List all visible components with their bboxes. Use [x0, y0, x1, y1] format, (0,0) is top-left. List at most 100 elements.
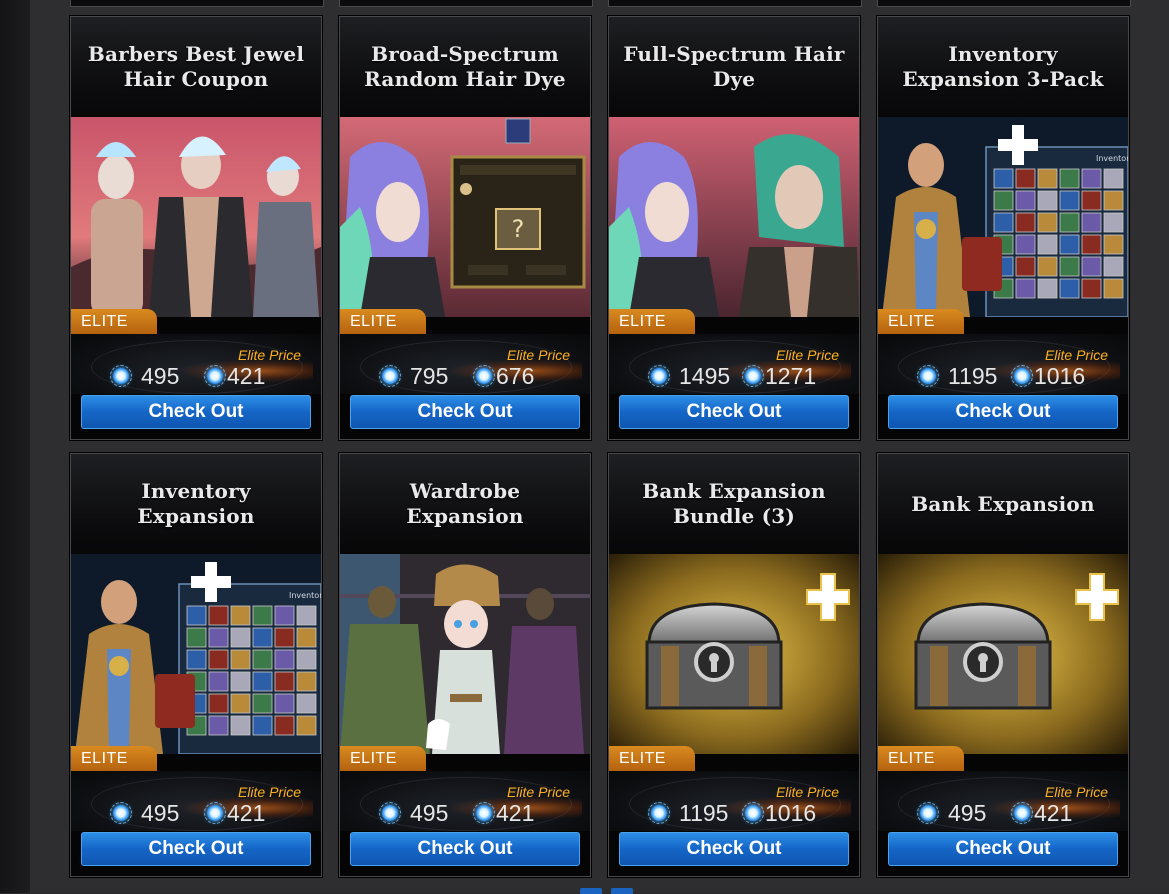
coin-icon [204, 365, 226, 387]
card-header: Bank Expansion [878, 454, 1128, 554]
check-out-button[interactable]: Check Out [888, 832, 1118, 866]
coin-icon [1011, 365, 1033, 387]
elite-price-label: Elite Price [506, 347, 570, 363]
card-stub [608, 0, 862, 7]
product-card: Inventory Expansion Inventory Elite Pric… [70, 453, 322, 877]
coin-icon [379, 365, 401, 387]
product-title: Bank Expansion Bundle (3) [642, 479, 826, 528]
elite-price: 421 [1034, 800, 1073, 826]
card-header: Wardrobe Expansion [340, 454, 590, 554]
coin-icon [917, 802, 939, 824]
card-header: Bank Expansion Bundle (3) [609, 454, 859, 554]
coin-icon [742, 365, 764, 387]
price-area: Elite Price 495 421 [340, 771, 590, 831]
elite-badge: ELITE [340, 746, 426, 771]
elite-price: 421 [227, 800, 266, 826]
regular-price: 495 [410, 800, 449, 826]
pager-indicator[interactable] [580, 888, 602, 894]
product-card: Full-Spectrum Hair Dye Elite Price 1495 … [608, 16, 860, 440]
price-area: Elite Price 495 421 [71, 771, 321, 831]
svg-text:?: ? [512, 215, 525, 243]
price-area: Elite Price 795 676 [340, 334, 590, 394]
elite-badge: ELITE [609, 309, 695, 334]
coin-icon [648, 802, 670, 824]
coin-icon [917, 365, 939, 387]
regular-price: 795 [410, 363, 449, 389]
product-image[interactable] [71, 117, 321, 317]
price-area: Elite Price 1195 1016 [878, 334, 1128, 394]
elite-badge: ELITE [878, 746, 964, 771]
elite-price: 1271 [765, 363, 817, 389]
elite-price: 421 [227, 363, 266, 389]
elite-price-label: Elite Price [1044, 347, 1108, 363]
elite-price-label: Elite Price [1044, 784, 1108, 800]
price-area: Elite Price 1195 1016 [609, 771, 859, 831]
product-image[interactable] [340, 554, 590, 754]
elite-price-label: Elite Price [775, 784, 839, 800]
pager-indicator[interactable] [611, 888, 633, 894]
regular-price: 495 [141, 800, 180, 826]
check-out-button[interactable]: Check Out [81, 832, 311, 866]
check-out-button[interactable]: Check Out [619, 832, 849, 866]
product-card: Inventory Expansion 3-Pack Inventory Eli… [877, 16, 1129, 440]
card-stub [877, 0, 1131, 7]
elite-price: 676 [496, 363, 535, 389]
svg-text:Inventory: Inventory [1096, 154, 1128, 163]
card-stub [70, 0, 324, 7]
product-card: Bank Expansion Bundle (3) Elite Price 11… [608, 453, 860, 877]
coin-icon [204, 802, 226, 824]
product-title: Barbers Best Jewel Hair Coupon [87, 42, 305, 91]
regular-price: 1195 [679, 800, 729, 826]
coin-icon [742, 802, 764, 824]
coin-icon [648, 365, 670, 387]
coin-icon [1011, 802, 1033, 824]
check-out-button[interactable]: Check Out [619, 395, 849, 429]
elite-badge: ELITE [71, 746, 157, 771]
product-card: Bank Expansion Elite Price 495 421 ELITE… [877, 453, 1129, 877]
product-title: Broad-Spectrum Random Hair Dye [364, 42, 566, 91]
check-out-button[interactable]: Check Out [350, 395, 580, 429]
product-image[interactable] [878, 554, 1128, 754]
coin-icon [473, 802, 495, 824]
product-image[interactable] [609, 117, 859, 317]
check-out-button[interactable]: Check Out [350, 832, 580, 866]
elite-price-label: Elite Price [506, 784, 570, 800]
coin-icon [473, 365, 495, 387]
price-area: Elite Price 1495 1271 [609, 334, 859, 394]
regular-price: 495 [141, 363, 180, 389]
left-edge [0, 0, 30, 893]
regular-price: 495 [948, 800, 987, 826]
elite-badge: ELITE [878, 309, 964, 334]
regular-price: 1495 [679, 363, 731, 389]
coin-icon [110, 802, 132, 824]
elite-badge: ELITE [340, 309, 426, 334]
check-out-button[interactable]: Check Out [888, 395, 1118, 429]
elite-price: 421 [496, 800, 535, 826]
elite-price: 1016 [765, 800, 817, 826]
price-area: Elite Price 495 421 [878, 771, 1128, 831]
card-header: Broad-Spectrum Random Hair Dye [340, 17, 590, 117]
check-out-button[interactable]: Check Out [81, 395, 311, 429]
product-title: Full-Spectrum Hair Dye [623, 42, 845, 91]
product-card: Broad-Spectrum Random Hair Dye ? Elite P… [339, 16, 591, 440]
coin-icon [110, 365, 132, 387]
elite-badge: ELITE [71, 309, 157, 334]
card-header: Full-Spectrum Hair Dye [609, 17, 859, 117]
product-title: Bank Expansion [911, 491, 1095, 516]
elite-price-label: Elite Price [775, 347, 839, 363]
product-title: Wardrobe Expansion [406, 479, 524, 528]
svg-text:Inventory: Inventory [289, 591, 321, 600]
price-area: Elite Price 495 421 [71, 334, 321, 394]
card-header: Inventory Expansion [71, 454, 321, 554]
product-image[interactable]: ? [340, 117, 590, 317]
product-card: Wardrobe Expansion Elite Price 495 421 E… [339, 453, 591, 877]
elite-badge: ELITE [609, 746, 695, 771]
card-header: Inventory Expansion 3-Pack [878, 17, 1128, 117]
product-image[interactable]: Inventory [71, 554, 321, 754]
elite-price-label: Elite Price [237, 784, 301, 800]
product-image[interactable]: Inventory [878, 117, 1128, 317]
product-image[interactable] [609, 554, 859, 754]
elite-price: 1016 [1034, 363, 1086, 389]
card-header: Barbers Best Jewel Hair Coupon [71, 17, 321, 117]
product-card: Barbers Best Jewel Hair Coupon Elite Pri… [70, 16, 322, 440]
